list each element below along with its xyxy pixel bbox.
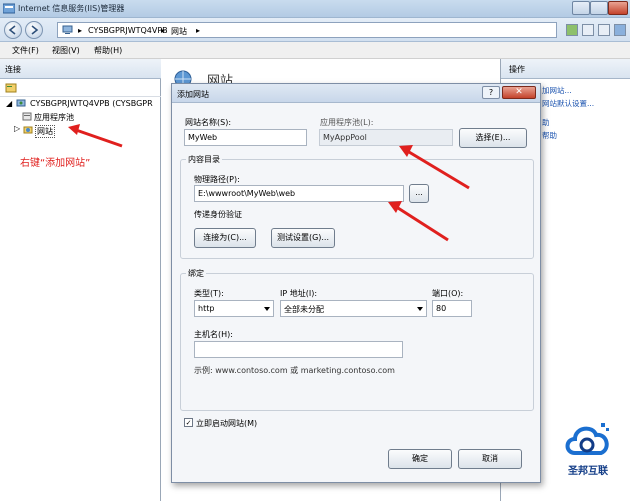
cancel-button[interactable]: 取消 <box>458 449 522 469</box>
start-immediately-label: 立即启动网站(M) <box>196 419 258 428</box>
action-online-help[interactable]: 帮助 <box>542 130 557 141</box>
binding-legend: 绑定 <box>186 268 206 279</box>
collapse-icon[interactable]: ◢ <box>6 99 12 108</box>
computer-icon <box>62 25 73 37</box>
window-title: Internet 信息服务(IIS)管理器 <box>18 4 125 13</box>
sites-folder-icon <box>23 125 33 134</box>
actions-title: 操作 <box>509 65 525 74</box>
actions-header: 操作 <box>501 59 630 79</box>
connections-toolbar <box>0 79 161 97</box>
close-button[interactable] <box>608 1 628 15</box>
port-input[interactable]: 80 <box>432 300 472 317</box>
hostname-label: 主机名(H): <box>194 330 233 339</box>
menu-help[interactable]: 帮助(H) <box>94 45 122 56</box>
dropdown-arrow-icon <box>264 307 270 311</box>
connect-as-button[interactable]: 连接为(C)... <box>194 228 256 248</box>
ip-address-select[interactable]: 全部未分配 <box>280 300 427 317</box>
tree-sites-label: 网站 <box>35 125 55 138</box>
expand-icon[interactable]: ▷ <box>14 124 20 133</box>
iis-app-icon <box>2 3 16 14</box>
content-directory-legend: 内容目录 <box>186 154 222 165</box>
navigation-bar: ▸ CYSBGPRJWTQ4VPB ▸ 网站 ▸ <box>0 18 630 42</box>
cloud-logo-icon <box>565 423 609 455</box>
site-name-label: 网站名称(S): <box>185 118 232 127</box>
server-icon <box>16 99 26 108</box>
annotation-arrow-physical-path <box>388 201 449 242</box>
breadcrumb-separator: ▸ <box>78 26 83 35</box>
app-pool-icon <box>22 112 32 121</box>
binding-type-label: 类型(T): <box>194 289 224 298</box>
dialog-help-button[interactable]: ? <box>482 86 500 99</box>
test-settings-button[interactable]: 测试设置(G)... <box>271 228 335 248</box>
start-immediately-checkbox[interactable]: ✓ <box>184 418 193 427</box>
connections-title: 连接 <box>5 65 21 74</box>
annotation-right-click-add-site: 右键“添加网站” <box>20 158 91 169</box>
forward-button[interactable] <box>25 21 43 39</box>
back-arrow-icon <box>8 25 16 35</box>
hostname-input[interactable] <box>194 341 403 358</box>
menu-view[interactable]: 视图(V) <box>52 45 80 56</box>
ok-button[interactable]: 确定 <box>388 449 452 469</box>
dialog-title: 添加网站 <box>177 90 209 99</box>
action-site-defaults[interactable]: 网站默认设置... <box>542 98 594 109</box>
passthrough-auth-label: 传递身份验证 <box>194 210 242 219</box>
ip-address-label: IP 地址(I): <box>280 289 318 298</box>
forward-arrow-icon <box>31 25 39 35</box>
dropdown-arrow-icon <box>417 307 423 311</box>
ip-address-value: 全部未分配 <box>284 305 324 314</box>
help-icon[interactable] <box>614 24 626 36</box>
site-name-input[interactable]: MyWeb <box>184 129 307 146</box>
new-connection-icon[interactable] <box>5 82 17 95</box>
binding-example: 示例: www.contoso.com 或 marketing.contoso.… <box>194 366 395 375</box>
tree-server-label: CYSBGPRJWTQ4VPB (CYSBGPR <box>30 99 153 108</box>
menu-file[interactable]: 文件(F) <box>12 45 39 56</box>
breadcrumb-sites[interactable]: 网站 <box>171 26 187 37</box>
minimize-button[interactable] <box>572 1 590 15</box>
dialog-titlebar: 添加网站 ? ✕ <box>172 84 540 103</box>
breadcrumb-server[interactable]: CYSBGPRJWTQ4VPB <box>88 26 168 35</box>
binding-type-select[interactable]: http <box>194 300 274 317</box>
action-add-site[interactable]: 加网站... <box>542 85 572 96</box>
home-icon[interactable] <box>598 24 610 36</box>
binding-type-value: http <box>198 304 215 313</box>
company-logo: 圣邦互联 <box>551 415 625 483</box>
stop-icon[interactable] <box>582 24 594 36</box>
connections-header: 连接 <box>0 59 161 79</box>
address-bar[interactable]: ▸ CYSBGPRJWTQ4VPB ▸ 网站 ▸ <box>57 22 557 38</box>
physical-path-input[interactable]: E:\wwwroot\MyWeb\web <box>194 185 404 202</box>
port-label: 端口(O): <box>432 289 464 298</box>
window-titlebar: Internet 信息服务(IIS)管理器 <box>0 0 630 18</box>
action-help[interactable]: 助 <box>542 117 550 128</box>
logo-text: 圣邦互联 <box>568 466 608 477</box>
app-pool-label: 应用程序池(L): <box>320 118 374 127</box>
maximize-button[interactable] <box>590 1 608 15</box>
back-button[interactable] <box>4 21 22 39</box>
refresh-icon[interactable] <box>566 24 578 36</box>
breadcrumb-separator: ▸ <box>161 26 166 35</box>
annotation-arrow-app-pool <box>399 145 470 190</box>
dialog-close-button[interactable]: ✕ <box>502 86 536 99</box>
menu-bar: 文件(F) 视图(V) 帮助(H) <box>0 42 630 59</box>
physical-path-label: 物理路径(P): <box>194 175 240 184</box>
breadcrumb-separator: ▸ <box>196 26 201 35</box>
add-website-dialog: 添加网站 ? ✕ 网站名称(S): MyWeb 应用程序池(L): MyAppP… <box>171 83 541 483</box>
